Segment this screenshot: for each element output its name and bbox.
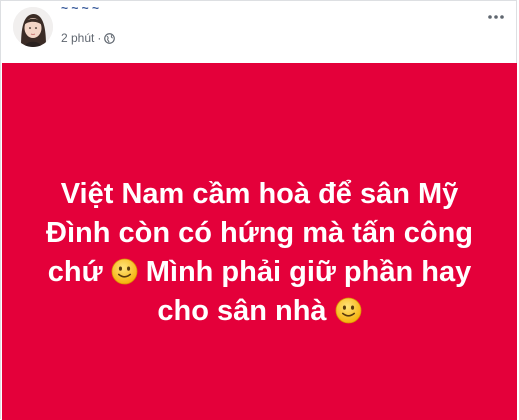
slightly-smiling-face-icon bbox=[111, 257, 138, 284]
post-header: ~ ~ ~ ~ 2 phút · bbox=[1, 1, 518, 63]
post-text: Việt Nam cầm hoà để sân Mỹ Đình còn có h… bbox=[45, 175, 475, 331]
post-background[interactable]: Việt Nam cầm hoà để sân Mỹ Đình còn có h… bbox=[2, 63, 517, 420]
slightly-smiling-face-icon bbox=[335, 296, 362, 323]
meta-separator: · bbox=[97, 31, 102, 45]
avatar[interactable] bbox=[13, 7, 53, 47]
timestamp[interactable]: 2 phút bbox=[61, 31, 94, 45]
author-name[interactable]: ~ ~ ~ ~ bbox=[61, 3, 181, 17]
post-card: ~ ~ ~ ~ 2 phút · Việt Nam cầm hoà để sân… bbox=[0, 0, 518, 420]
globe-icon[interactable] bbox=[104, 32, 116, 44]
avatar-photo-icon bbox=[13, 7, 53, 47]
more-options-icon[interactable] bbox=[484, 7, 508, 27]
post-meta: 2 phút · bbox=[61, 30, 116, 46]
post-text-part-2: Mình phải giữ phần hay cho sân nhà bbox=[145, 255, 472, 327]
